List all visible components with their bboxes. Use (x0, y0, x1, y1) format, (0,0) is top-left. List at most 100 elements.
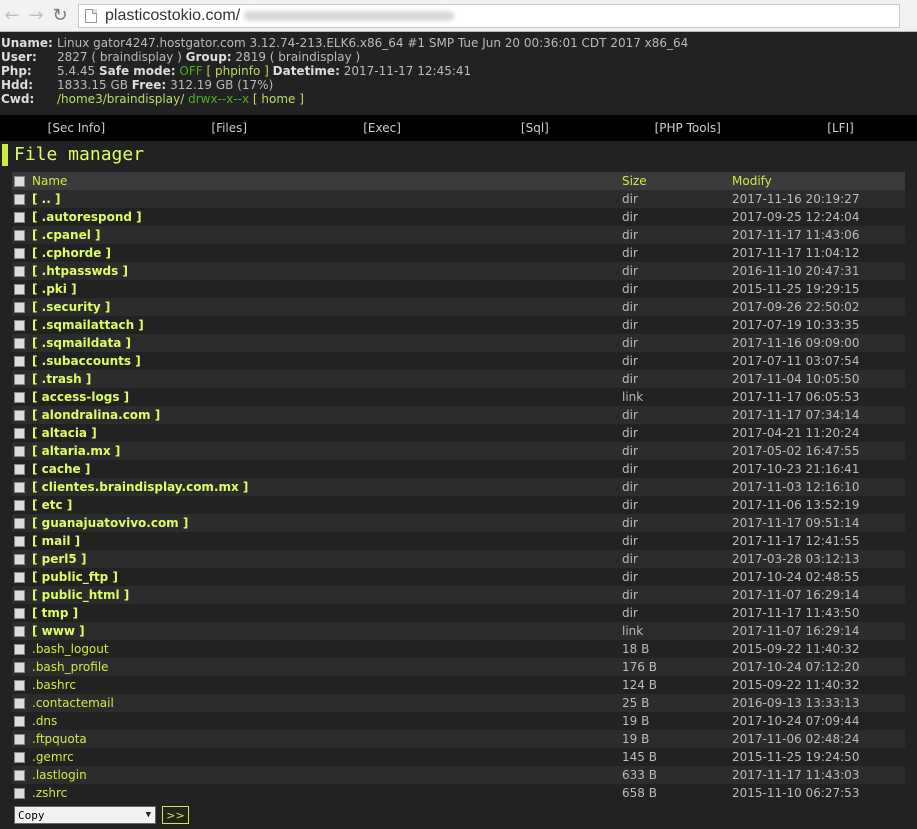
row-checkbox[interactable] (14, 464, 25, 475)
row-checkbox[interactable] (14, 500, 25, 511)
file-modified: 2017-10-24 07:09:44 (732, 712, 905, 730)
dir-link[interactable]: [ .autorespond ] (32, 210, 142, 224)
file-size: dir (622, 424, 732, 442)
row-checkbox[interactable] (14, 284, 25, 295)
file-modified: 2017-09-26 22:50:02 (732, 298, 905, 316)
dir-link[interactable]: [ altacia ] (32, 426, 97, 440)
action-select-value: Copy (18, 808, 45, 822)
file-link[interactable]: .bash_profile (32, 660, 109, 674)
dir-link[interactable]: [ perl5 ] (32, 552, 86, 566)
row-checkbox[interactable] (14, 680, 25, 691)
file-link[interactable]: .zshrc (32, 786, 67, 800)
row-checkbox[interactable] (14, 338, 25, 349)
row-checkbox[interactable] (14, 482, 25, 493)
dir-link[interactable]: [ mail ] (32, 534, 80, 548)
file-modified: 2017-11-04 10:05:50 (732, 370, 905, 388)
table-row: .bash_profile 176 B 2017-10-24 07:12:20 (12, 658, 905, 676)
row-checkbox[interactable] (14, 590, 25, 601)
row-checkbox[interactable] (14, 752, 25, 763)
row-checkbox[interactable] (14, 302, 25, 313)
menu-sql[interactable]: [Sql] (458, 121, 611, 135)
dir-link[interactable]: [ access-logs ] (32, 390, 129, 404)
main-menu: [Sec Info] [Files] [Exec] [Sql] [PHP Too… (0, 115, 917, 141)
hdd-value: 1833.15 GB (57, 78, 128, 92)
dir-link[interactable]: [ .. ] (32, 192, 60, 206)
row-checkbox[interactable] (14, 356, 25, 367)
menu-exec[interactable]: [Exec] (306, 121, 459, 135)
back-button[interactable]: ← (0, 4, 24, 28)
row-checkbox[interactable] (14, 788, 25, 799)
row-checkbox[interactable] (14, 212, 25, 223)
dir-link[interactable]: [ .cphorde ] (32, 246, 111, 260)
dir-link[interactable]: [ public_ftp ] (32, 570, 118, 584)
dir-link[interactable]: [ clientes.braindisplay.com.mx ] (32, 480, 248, 494)
row-checkbox[interactable] (14, 320, 25, 331)
column-name[interactable]: Name (32, 172, 622, 190)
row-checkbox[interactable] (14, 770, 25, 781)
menu-sec-info[interactable]: [Sec Info] (0, 121, 153, 135)
menu-lfi[interactable]: [LFI] (764, 121, 917, 135)
row-checkbox[interactable] (14, 446, 25, 457)
row-checkbox[interactable] (14, 554, 25, 565)
dir-link[interactable]: [ .subaccounts ] (32, 354, 141, 368)
row-checkbox[interactable] (14, 266, 25, 277)
phpinfo-link[interactable]: [ phpinfo ] (206, 64, 268, 78)
dir-link[interactable]: [ tmp ] (32, 606, 78, 620)
row-checkbox[interactable] (14, 428, 25, 439)
submit-button[interactable]: >> (162, 806, 189, 824)
row-checkbox[interactable] (14, 518, 25, 529)
file-link[interactable]: .contactemail (32, 696, 114, 710)
row-checkbox[interactable] (14, 230, 25, 241)
file-link[interactable]: .bashrc (32, 678, 76, 692)
file-link[interactable]: .lastlogin (32, 768, 87, 782)
dir-link[interactable]: [ cache ] (32, 462, 90, 476)
file-link[interactable]: .dns (32, 714, 57, 728)
file-link[interactable]: .ftpquota (32, 732, 87, 746)
file-modified: 2017-09-25 12:24:04 (732, 208, 905, 226)
dir-link[interactable]: [ .security ] (32, 300, 110, 314)
dir-link[interactable]: [ .sqmailattach ] (32, 318, 144, 332)
row-checkbox[interactable] (14, 410, 25, 421)
dir-link[interactable]: [ altaria.mx ] (32, 444, 120, 458)
table-row: [ perl5 ] dir 2017-03-28 03:12:13 (12, 550, 905, 568)
row-checkbox[interactable] (14, 572, 25, 583)
row-checkbox[interactable] (14, 662, 25, 673)
row-checkbox[interactable] (14, 716, 25, 727)
dir-link[interactable]: [ .cpanel ] (32, 228, 100, 242)
column-size[interactable]: Size (622, 172, 732, 190)
dir-link[interactable]: [ www ] (32, 624, 85, 638)
row-checkbox[interactable] (14, 392, 25, 403)
file-size: dir (622, 280, 732, 298)
row-checkbox[interactable] (14, 698, 25, 709)
row-checkbox[interactable] (14, 626, 25, 637)
dir-link[interactable]: [ public_html ] (32, 588, 129, 602)
column-modify[interactable]: Modify (732, 172, 905, 190)
row-checkbox[interactable] (14, 644, 25, 655)
action-select[interactable]: Copy ▼ (14, 806, 156, 824)
home-link[interactable]: [ home ] (253, 92, 304, 106)
reload-button[interactable]: ↻ (48, 4, 72, 28)
file-size: 19 B (622, 712, 732, 730)
menu-files[interactable]: [Files] (153, 121, 306, 135)
dir-link[interactable]: [ alondralina.com ] (32, 408, 160, 422)
dir-link[interactable]: [ .pki ] (32, 282, 77, 296)
row-checkbox[interactable] (14, 608, 25, 619)
file-link[interactable]: .gemrc (32, 750, 74, 764)
row-checkbox[interactable] (14, 374, 25, 385)
cwd-link[interactable]: /home3/braindisplay/ (57, 92, 184, 106)
dir-link[interactable]: [ .trash ] (32, 372, 91, 386)
row-checkbox[interactable] (14, 194, 25, 205)
file-link[interactable]: .bash_logout (32, 642, 109, 656)
row-checkbox[interactable] (14, 248, 25, 259)
dir-link[interactable]: [ etc ] (32, 498, 72, 512)
row-checkbox[interactable] (14, 536, 25, 547)
user-value: 2827 ( braindisplay ) (57, 50, 182, 64)
select-all-checkbox[interactable] (14, 176, 25, 187)
dir-link[interactable]: [ .htpasswds ] (32, 264, 128, 278)
dir-link[interactable]: [ guanajuatovivo.com ] (32, 516, 188, 530)
address-bar[interactable]: plasticostokio.com/ (78, 3, 900, 28)
dir-link[interactable]: [ .sqmaildata ] (32, 336, 131, 350)
forward-button[interactable]: → (24, 4, 48, 28)
menu-php-tools[interactable]: [PHP Tools] (611, 121, 764, 135)
row-checkbox[interactable] (14, 734, 25, 745)
